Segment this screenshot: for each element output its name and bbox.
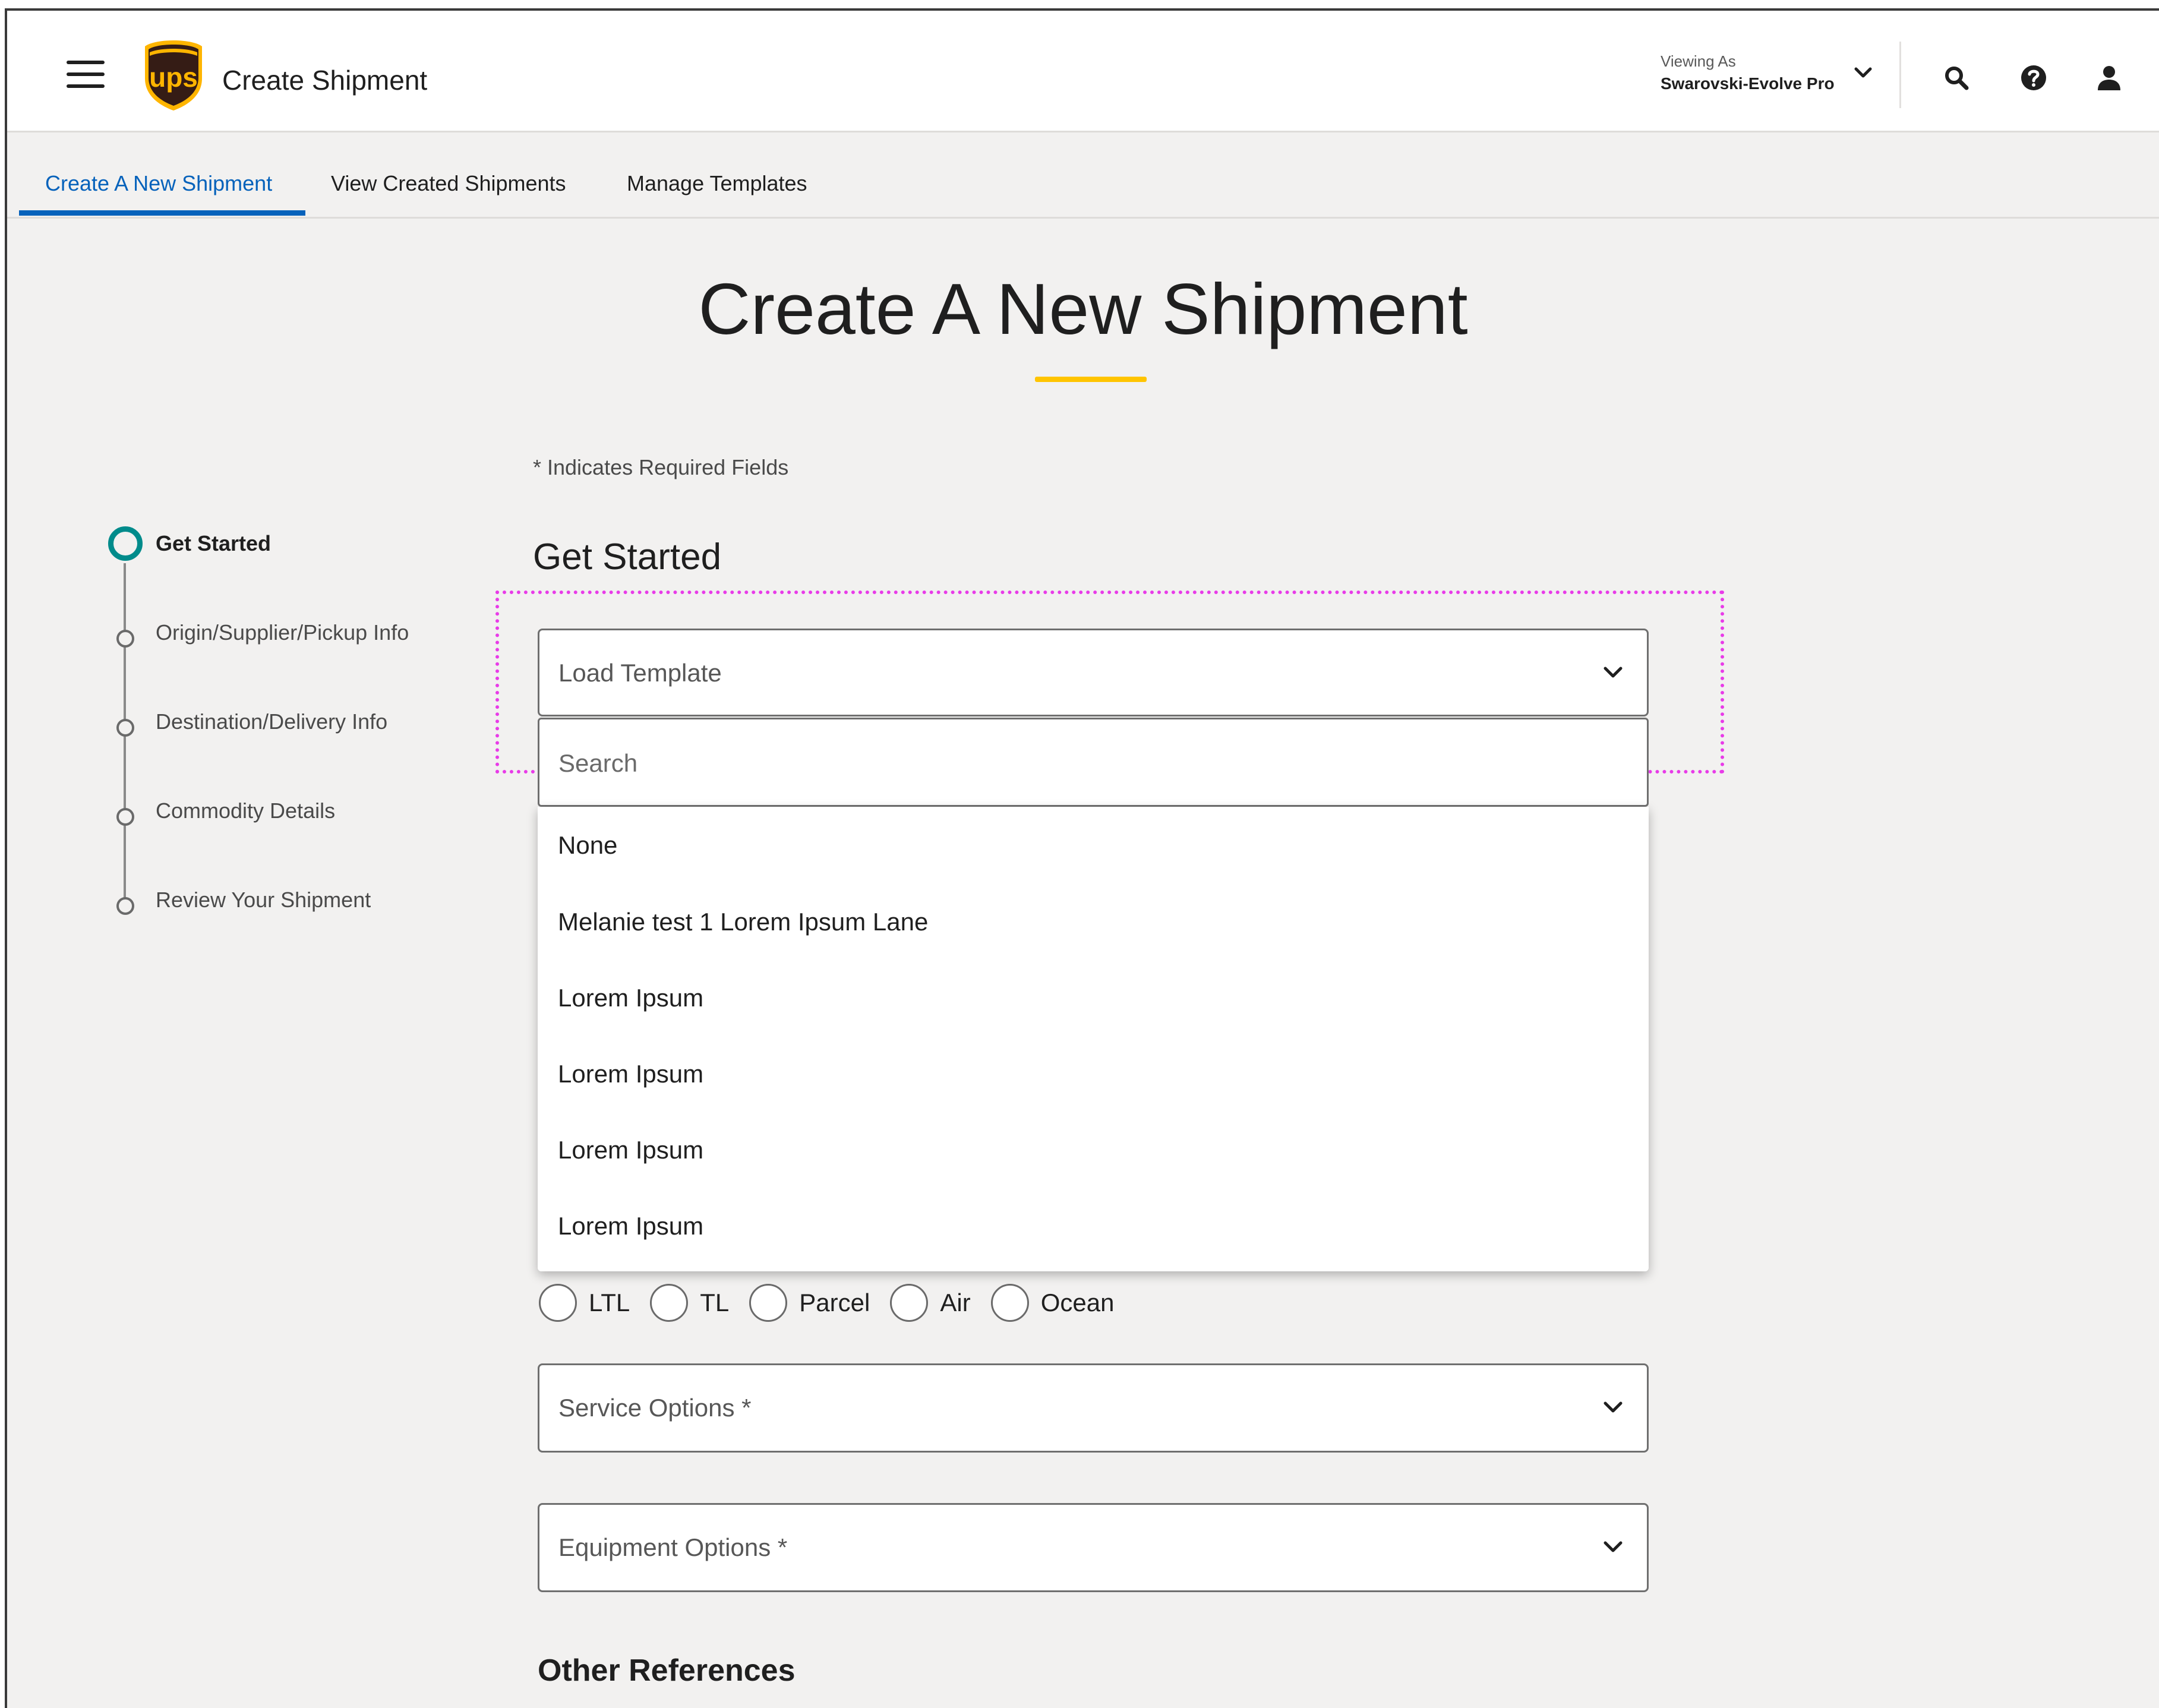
stepper-current-marker <box>108 526 143 561</box>
radio-label: Ocean <box>1040 1289 1115 1316</box>
active-tab-indicator <box>19 210 305 216</box>
step-get-started[interactable]: Get Started <box>156 531 271 556</box>
chevron-down-icon <box>1604 1401 1623 1413</box>
stepper-marker <box>116 808 134 826</box>
title-accent-bar <box>1035 377 1147 382</box>
chevron-down-icon <box>1604 1541 1623 1552</box>
template-option[interactable]: Lorem Ipsum <box>538 1188 1649 1264</box>
viewing-as-account: Swarovski-Evolve Pro <box>1661 74 1835 93</box>
tab-manage-templates[interactable]: Manage Templates <box>627 134 807 219</box>
step-commodity-details[interactable]: Commodity Details <box>156 798 335 823</box>
equipment-options-placeholder: Equipment Options * <box>558 1533 788 1561</box>
tab-create-new-shipment[interactable]: Create A New Shipment <box>45 134 272 219</box>
top-header: ups Create Shipment Viewing As Swarovski… <box>7 11 2159 132</box>
template-option[interactable]: None <box>538 807 1649 884</box>
mode-radio-tl[interactable]: TL <box>650 1284 729 1322</box>
stepper-line <box>124 563 126 914</box>
stepper-marker <box>116 897 134 915</box>
radio-circle[interactable] <box>650 1284 689 1322</box>
load-template-placeholder: Load Template <box>558 659 722 687</box>
service-options-placeholder: Service Options * <box>558 1394 752 1422</box>
mode-radio-group: LTL TL Parcel Air Ocean <box>539 1282 1134 1324</box>
tab-bar: Create A New Shipment View Created Shipm… <box>7 134 2159 219</box>
mode-radio-ltl[interactable]: LTL <box>539 1284 630 1322</box>
service-options-select[interactable]: Service Options * <box>538 1363 1649 1453</box>
user-icon[interactable] <box>2095 64 2123 91</box>
header-divider <box>1899 42 1901 108</box>
chevron-down-icon <box>1604 667 1623 678</box>
load-template-select[interactable]: Load Template <box>538 629 1649 716</box>
template-option[interactable]: Melanie test 1 Lorem Ipsum Lane <box>538 884 1649 960</box>
other-references-heading: Other References <box>538 1653 796 1688</box>
equipment-options-select[interactable]: Equipment Options * <box>538 1503 1649 1592</box>
help-icon[interactable] <box>2020 64 2047 91</box>
radio-label: Air <box>940 1289 971 1316</box>
radio-circle[interactable] <box>990 1284 1029 1322</box>
template-option[interactable]: Lorem Ipsum <box>538 960 1649 1036</box>
tab-view-created-shipments[interactable]: View Created Shipments <box>331 134 566 219</box>
page-title: Create A New Shipment <box>698 269 1468 349</box>
stepper-marker <box>116 630 134 648</box>
section-title: Get Started <box>533 536 722 577</box>
svg-text:ups: ups <box>149 62 198 93</box>
radio-circle[interactable] <box>539 1284 577 1322</box>
mode-radio-air[interactable]: Air <box>890 1284 971 1322</box>
radio-label: LTL <box>589 1289 630 1316</box>
radio-label: Parcel <box>799 1289 870 1316</box>
viewing-as-label: Viewing As <box>1661 52 1736 70</box>
stepper-marker <box>116 719 134 737</box>
radio-circle[interactable] <box>749 1284 788 1322</box>
step-destination-delivery[interactable]: Destination/Delivery Info <box>156 709 387 734</box>
template-option[interactable]: Lorem Ipsum <box>538 1112 1649 1188</box>
template-search-box <box>538 718 1649 807</box>
template-search-input[interactable] <box>558 747 1616 780</box>
search-icon[interactable] <box>1943 64 1970 91</box>
step-review-shipment[interactable]: Review Your Shipment <box>156 888 371 913</box>
mode-radio-ocean[interactable]: Ocean <box>990 1284 1115 1322</box>
radio-circle[interactable] <box>890 1284 929 1322</box>
mode-radio-parcel[interactable]: Parcel <box>749 1284 870 1322</box>
app-window: ups Create Shipment Viewing As Swarovski… <box>5 8 2159 1708</box>
template-option[interactable]: Lorem Ipsum <box>538 1036 1649 1112</box>
hamburger-icon[interactable] <box>67 61 105 88</box>
chevron-down-icon[interactable] <box>1852 65 1874 81</box>
radio-label: TL <box>700 1289 730 1316</box>
ups-logo[interactable]: ups <box>143 39 204 112</box>
viewing-as-selector[interactable]: Viewing As Swarovski-Evolve Pro <box>1661 52 1835 93</box>
template-options-menu: None Melanie test 1 Lorem Ipsum Lane Lor… <box>538 807 1649 1271</box>
app-title: Create Shipment <box>222 65 428 96</box>
step-origin-supplier-pickup[interactable]: Origin/Supplier/Pickup Info <box>156 620 409 645</box>
required-fields-note: * Indicates Required Fields <box>533 455 789 479</box>
